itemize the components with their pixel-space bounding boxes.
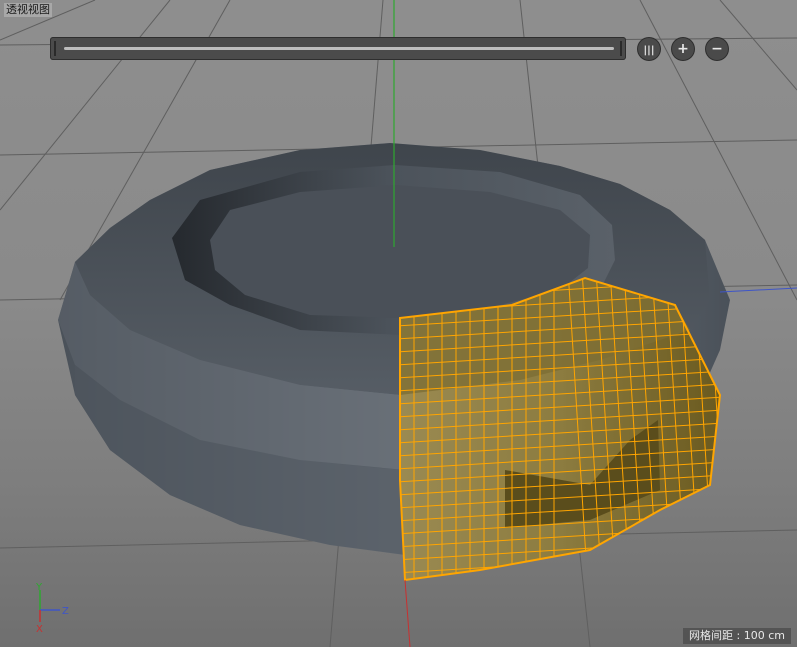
slider-grip-left[interactable] xyxy=(54,41,56,56)
nav-zoom-in-button[interactable]: + xyxy=(672,38,694,60)
world-z-axis xyxy=(719,287,797,293)
grid-spacing-readout: 网格间距 : 100 cm xyxy=(683,628,791,644)
columns-icon: ||| xyxy=(643,45,655,56)
world-x-axis xyxy=(404,579,411,647)
plus-icon: + xyxy=(677,41,689,57)
nav-zoom-out-button[interactable]: − xyxy=(706,38,728,60)
axis-x-label: X xyxy=(36,624,43,635)
nav-layout-button[interactable]: ||| xyxy=(638,38,660,60)
axis-gizmo: Y Z X xyxy=(35,582,69,635)
perspective-viewport[interactable]: Y Z X 透视视图 ||| + − 网格间距 : 100 cm xyxy=(0,0,797,647)
axis-y-label: Y xyxy=(35,582,43,593)
viewport-scene[interactable]: Y Z X xyxy=(0,0,797,647)
minus-icon: − xyxy=(711,41,723,57)
slider-grip-right[interactable] xyxy=(620,41,622,56)
navigation-slider[interactable] xyxy=(50,37,626,60)
view-title[interactable]: 透视视图 xyxy=(4,3,52,17)
axis-z-label: Z xyxy=(62,606,69,617)
slider-track[interactable] xyxy=(64,47,614,50)
